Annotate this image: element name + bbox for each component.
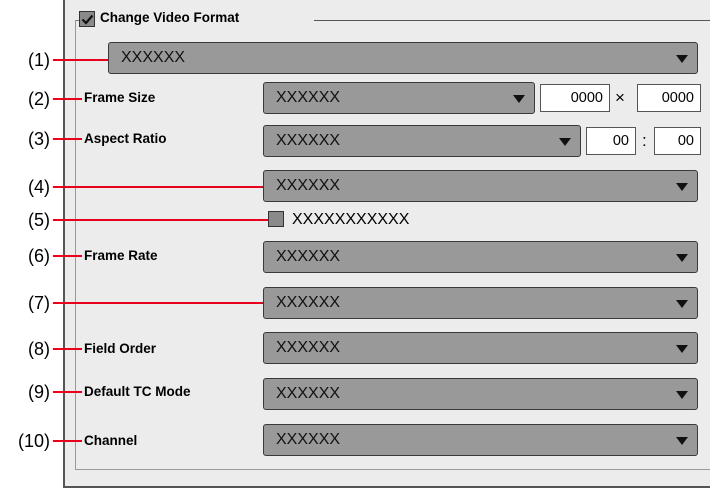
frame-width-input[interactable]: 0000 [540,84,610,112]
checkmark-icon [81,14,94,25]
chevron-down-icon [676,437,688,445]
chevron-down-icon [676,55,688,63]
default-tc-mode-dropdown[interactable]: XXXXXX [263,378,698,410]
callout-number-6: (6) [28,246,50,266]
chevron-down-icon [676,300,688,308]
chevron-down-icon [676,254,688,262]
frame-rate-label: Frame Rate [82,248,160,263]
chevron-down-icon [676,391,688,399]
callout-number-3: (3) [28,129,50,149]
field-order-value: XXXXXX [276,339,341,356]
group-divider [314,20,710,21]
frame-size-value: XXXXXX [276,89,341,106]
group-frame-bottom [75,469,710,470]
callout-leader-1 [53,59,108,61]
callout-number-8: (8) [28,339,50,359]
field-order-dropdown[interactable]: XXXXXX [263,332,698,364]
callout-number-10: (10) [17,431,50,451]
frame-size-label: Frame Size [82,90,158,105]
option-7-value: XXXXXX [276,294,341,311]
aspect-height-input[interactable]: 00 [654,127,701,155]
frame-height-input[interactable]: 0000 [637,84,701,112]
group-frame-left [75,20,76,470]
option-5-label: XXXXXXXXXXX [292,211,410,228]
default-tc-mode-value: XXXXXX [276,385,341,402]
frame-rate-value: XXXXXX [276,248,341,265]
ratio-colon: : [642,131,647,150]
callout-leader-9 [53,391,83,393]
aspect-ratio-dropdown[interactable]: XXXXXX [263,125,581,157]
callout-number-1: (1) [28,50,50,70]
channel-label: Channel [82,433,140,448]
callout-leader-2 [53,98,83,100]
aspect-ratio-label: Aspect Ratio [82,131,169,146]
aspect-width-input[interactable]: 00 [586,127,636,155]
callout-number-2: (2) [28,89,50,109]
channel-dropdown[interactable]: XXXXXX [263,424,698,456]
callout-number-5: (5) [28,210,50,230]
channel-value: XXXXXX [276,431,341,448]
callout-leader-8 [53,348,83,350]
callout-leader-4 [53,186,265,188]
option-7-dropdown[interactable]: XXXXXX [263,287,698,319]
default-tc-mode-label: Default TC Mode [82,384,193,399]
aspect-ratio-value: XXXXXX [276,132,341,149]
group-title: Change Video Format [100,10,244,25]
callout-leader-3 [53,138,83,140]
callout-leader-10 [53,440,83,442]
option-5-checkbox[interactable] [268,211,284,227]
chevron-down-icon [676,345,688,353]
multiply-sign: × [615,88,625,107]
format-preset-value: XXXXXX [121,49,186,66]
chevron-down-icon [559,138,571,146]
callout-leader-5 [53,219,269,221]
chevron-down-icon [513,95,525,103]
callout-leader-7 [53,302,265,304]
frame-size-dropdown[interactable]: XXXXXX [263,82,535,114]
frame-rate-dropdown[interactable]: XXXXXX [263,241,698,273]
chevron-down-icon [676,183,688,191]
callout-number-7: (7) [28,293,50,313]
callout-number-9: (9) [28,382,50,402]
callout-leader-6 [53,255,83,257]
option-4-value: XXXXXX [276,177,341,194]
callout-number-4: (4) [28,177,50,197]
format-preset-dropdown[interactable]: XXXXXX [108,42,698,74]
change-video-format-checkbox[interactable] [79,11,95,27]
field-order-label: Field Order [82,341,159,356]
option-4-dropdown[interactable]: XXXXXX [263,170,698,202]
